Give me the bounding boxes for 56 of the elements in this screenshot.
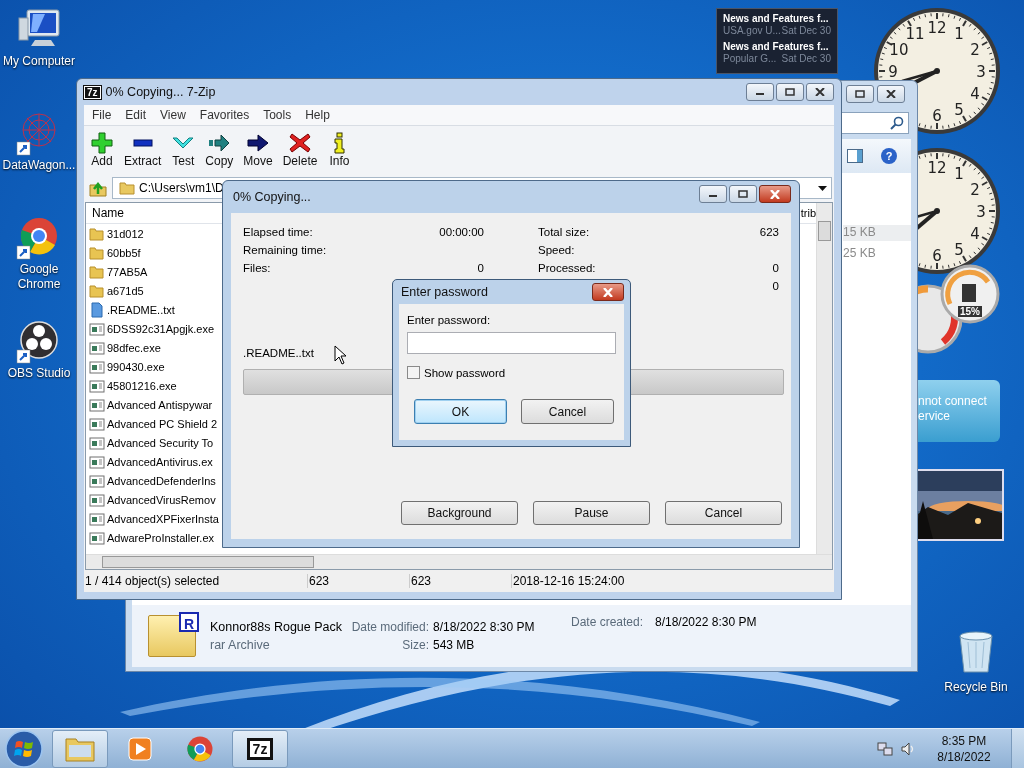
clock-numeral: 12 [927, 159, 947, 177]
field-value: 8/18/2022 8:30 PM [655, 615, 757, 629]
clock-numeral: 1 [954, 24, 964, 43]
stat-value: 0 [477, 262, 484, 274]
clock-numeral: 10 [889, 41, 909, 59]
dialog-title: Enter password [400, 285, 489, 299]
news-date: Sat Dec 30 [781, 25, 831, 36]
stat-label: Remaining time: [243, 244, 327, 256]
app-logo: 7z [84, 85, 101, 99]
clock-numeral: 6 [932, 247, 942, 265]
current-file-name: .README..txt [243, 347, 314, 359]
stat-label: Processed: [538, 262, 596, 274]
stat-value: 0 [772, 280, 779, 292]
clock-numeral: 3 [976, 63, 986, 81]
window-title: 0% Copying... 7-Zip [105, 85, 217, 99]
clock-numeral: 12 [927, 19, 947, 37]
clock-numeral: 5 [954, 241, 964, 260]
news-source: Popular G... [723, 53, 777, 64]
field-label: Date created: [571, 615, 645, 629]
clock-numeral: 5 [954, 101, 964, 120]
clock-numeral: 1 [954, 164, 964, 183]
news-source: USA.gov U... [723, 25, 781, 36]
stat-label: Speed: [538, 244, 575, 256]
field-label: Size: [402, 638, 429, 652]
archive-icon: R [148, 615, 196, 657]
clock-numeral: 11 [905, 24, 925, 43]
news-date: Sat Dec 30 [781, 53, 831, 64]
field-label: Date modified: [351, 620, 429, 634]
stat-value: 623 [759, 226, 779, 238]
stat-label: Elapsed time: [243, 226, 313, 238]
status-text: 1 / 414 object(s) selected [84, 574, 308, 588]
status-text: 2018-12-16 15:24:00 [512, 574, 625, 588]
clock-numeral: 6 [932, 107, 942, 125]
stat-label: Files: [243, 262, 271, 274]
field-value: 8/18/2022 8:30 PM [433, 620, 536, 634]
file-size: 25 KB [843, 246, 877, 262]
file-type: rar Archive [210, 638, 271, 652]
clock-numeral: 4 [970, 225, 980, 243]
stat-label: Total size: [538, 226, 590, 238]
stat-value: 00:00:00 [439, 226, 484, 238]
field-value: 543 MB [433, 638, 476, 652]
status-text: 623 [410, 574, 512, 588]
clock-numeral: 2 [970, 181, 980, 199]
field-label: Enter password: [407, 314, 492, 326]
dialog-title: 0% Copying... [232, 190, 312, 204]
weather-message: nnot connect [918, 394, 988, 409]
clock-numeral: 3 [976, 203, 986, 221]
status-text: 623 [308, 574, 410, 588]
weather-message: ervice [918, 409, 951, 424]
stat-value: 0 [772, 262, 779, 274]
file-name: Konnor88s Rogue Pack [210, 620, 344, 634]
clock-numeral: 2 [970, 41, 980, 59]
clock-numeral: 4 [970, 85, 980, 103]
clock-numeral: 9 [888, 63, 898, 81]
meter-reading: 15% [958, 306, 982, 317]
file-size: 15 KB [843, 225, 911, 241]
